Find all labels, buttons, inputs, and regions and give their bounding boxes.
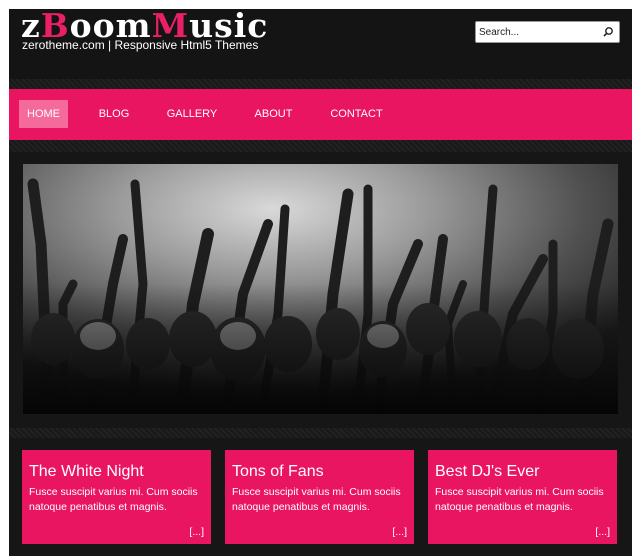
nav-item-about[interactable]: ABOUT: [247, 100, 300, 128]
feature-title: Best DJ's Ever: [435, 463, 540, 480]
feature-title: The White Night: [29, 463, 144, 480]
site-header: zBoomMusic zerotheme.com | Responsive Ht…: [9, 9, 632, 79]
feature-card: Tons of Fans Fusce suscipit varius mi. C…: [225, 450, 414, 544]
main-nav: HOME BLOG GALLERY ABOUT CONTACT: [9, 89, 632, 140]
feature-title: Tons of Fans: [232, 463, 324, 480]
feature-card: Best DJ's Ever Fusce suscipit varius mi.…: [428, 450, 617, 544]
nav-item-home[interactable]: HOME: [19, 100, 68, 128]
concert-crowd-image: [23, 164, 618, 414]
page-frame: zBoomMusic zerotheme.com | Responsive Ht…: [9, 9, 632, 556]
search-box: [475, 21, 620, 43]
hero-section: [9, 152, 632, 428]
feature-text: Fusce suscipit varius mi. Cum sociis nat…: [232, 486, 401, 513]
search-icon[interactable]: [601, 25, 615, 39]
separator-band: [9, 428, 632, 438]
read-more-link[interactable]: [...]: [595, 526, 610, 538]
feature-card: The White Night Fusce suscipit varius mi…: [22, 450, 211, 544]
nav-item-blog[interactable]: BLOG: [91, 100, 137, 128]
search-input[interactable]: [479, 24, 599, 40]
features-section: The White Night Fusce suscipit varius mi…: [9, 438, 632, 556]
nav-item-contact[interactable]: CONTACT: [325, 100, 388, 128]
read-more-link[interactable]: [...]: [392, 526, 407, 538]
nav-item-gallery[interactable]: GALLERY: [161, 100, 223, 128]
site-tagline: zerotheme.com | Responsive Html5 Themes: [22, 38, 259, 52]
separator-band: [9, 140, 632, 152]
hero-image: [23, 164, 618, 414]
feature-text: Fusce suscipit varius mi. Cum sociis nat…: [435, 486, 604, 513]
feature-text: Fusce suscipit varius mi. Cum sociis nat…: [29, 486, 198, 513]
separator-band: [9, 79, 632, 89]
read-more-link[interactable]: [...]: [189, 526, 204, 538]
